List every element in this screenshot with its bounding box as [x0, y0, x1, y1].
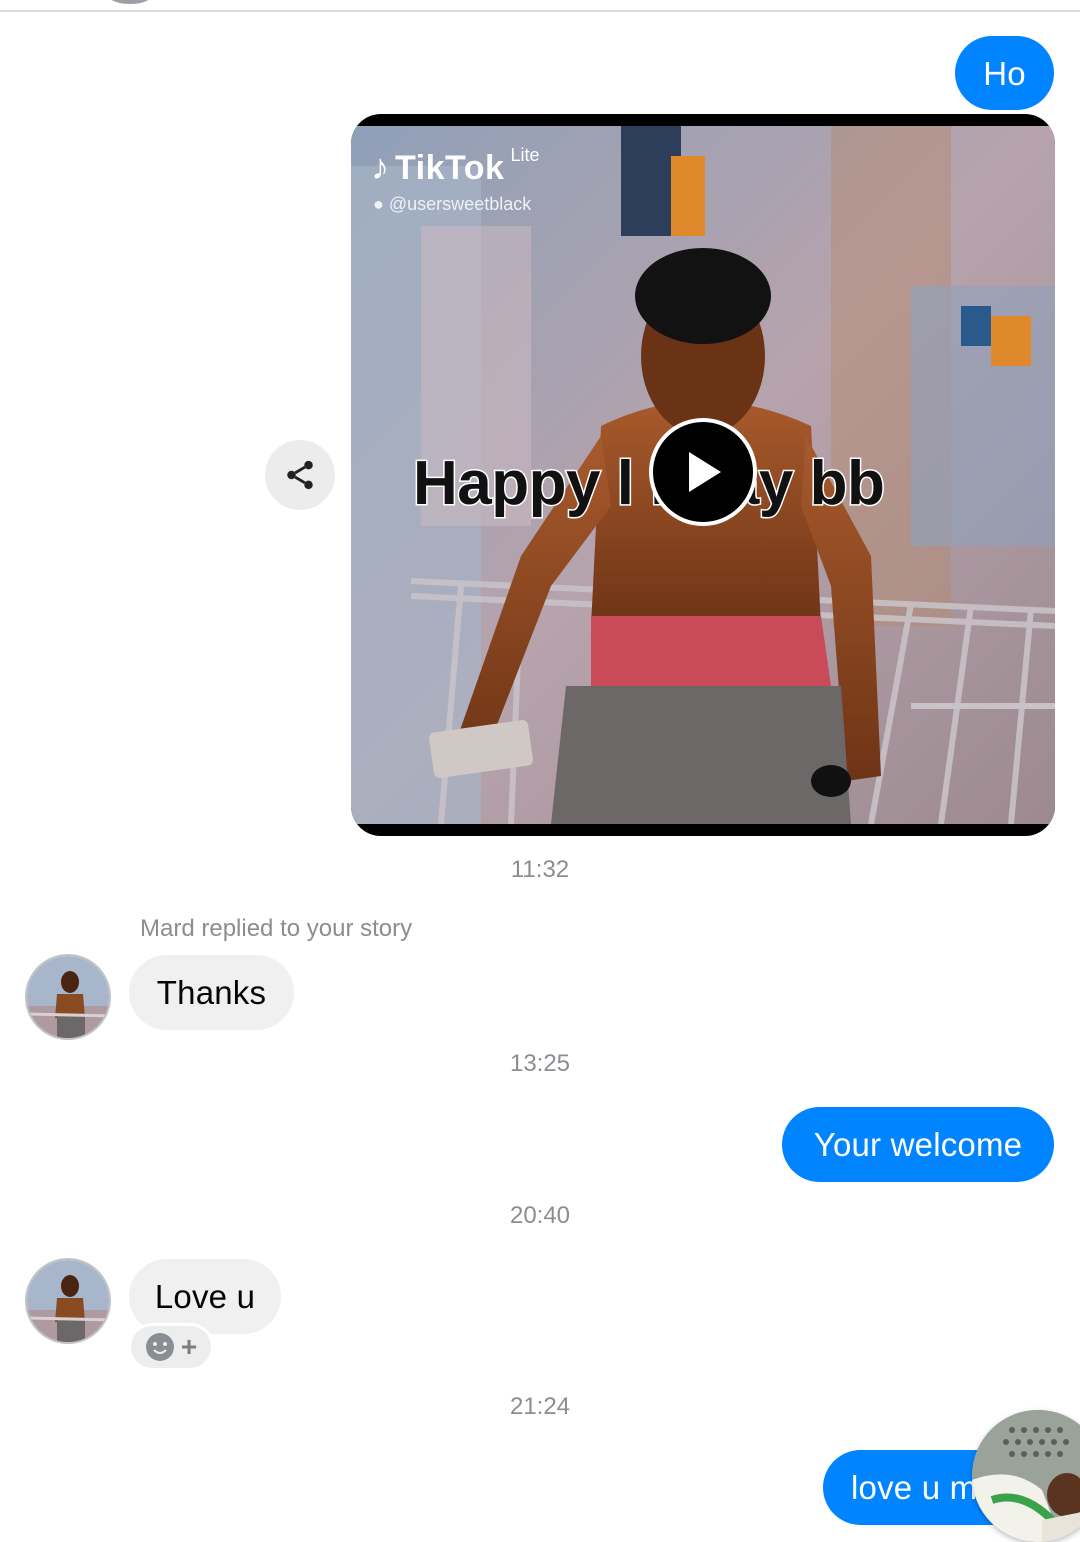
message-text: Your welcome — [813, 1126, 1023, 1163]
message-text: Love u — [154, 1278, 256, 1315]
user-icon: ● — [373, 194, 384, 214]
message-bubble-outgoing[interactable]: Your welcome — [782, 1107, 1054, 1182]
message-text: Ho — [983, 54, 1026, 92]
tiktok-note-icon: ♪ — [371, 146, 389, 187]
header-divider — [0, 10, 1080, 12]
message-text: Thanks — [156, 974, 267, 1011]
message-bubble-incoming[interactable]: Thanks — [129, 955, 294, 1030]
header-avatar[interactable] — [108, 0, 152, 4]
share-button[interactable] — [265, 440, 335, 510]
timestamp: 13:25 — [509, 1050, 571, 1077]
add-reaction-button[interactable]: + — [131, 1326, 211, 1368]
timestamp: 11:32 — [510, 856, 570, 883]
share-icon — [287, 460, 313, 490]
play-button[interactable] — [649, 418, 757, 526]
avatar-photo — [27, 956, 109, 1038]
message-bubble-incoming[interactable]: Love u — [129, 1259, 281, 1334]
avatar-photo — [27, 1260, 109, 1342]
message-text: love u m — [851, 1469, 978, 1506]
tiktok-username: ● @usersweetblack — [373, 194, 532, 214]
video-overlay-caption: Happy l nday bb — [411, 448, 886, 520]
play-icon — [689, 452, 721, 492]
contact-avatar[interactable] — [25, 954, 111, 1040]
contact-avatar[interactable] — [25, 1258, 111, 1344]
smiley-icon — [145, 1333, 174, 1361]
timestamp: 20:40 — [509, 1202, 571, 1229]
tiktok-logo: ♪ TikTok Lite — [371, 145, 540, 188]
timestamp: 21:24 — [509, 1393, 571, 1420]
tiktok-app-variant: Lite — [510, 145, 540, 165]
plus-icon: + — [180, 1331, 198, 1362]
shared-video-card[interactable]: ♪ TikTok Lite ● @usersweetblack Happy l … — [351, 114, 1055, 836]
tiktok-app-name: TikTok — [395, 149, 505, 187]
story-reply-caption: Mard replied to your story — [140, 915, 413, 942]
message-bubble-outgoing[interactable]: Ho — [955, 36, 1054, 110]
